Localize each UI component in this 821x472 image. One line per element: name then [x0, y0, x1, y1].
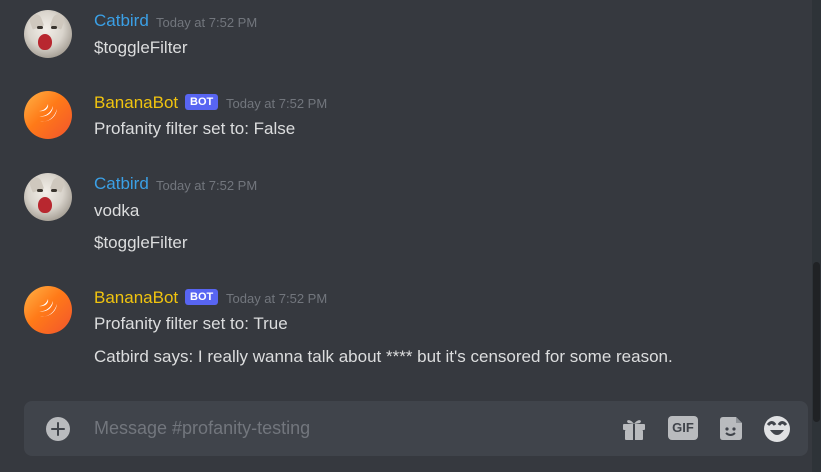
author-name[interactable]: BananaBot [94, 288, 178, 308]
author-name[interactable]: Catbird [94, 11, 149, 31]
scrollbar-track[interactable] [812, 0, 821, 472]
message-timestamp: Today at 7:52 PM [156, 15, 258, 30]
avatar-catbird[interactable] [24, 173, 72, 221]
message-timestamp: Today at 7:52 PM [226, 96, 328, 111]
avatar-bananabot[interactable] [24, 286, 72, 334]
gif-icon[interactable]: GIF [668, 416, 698, 440]
message-timestamp: Today at 7:52 PM [156, 178, 258, 193]
message-text: Catbird says: I really wanna talk about … [94, 347, 673, 366]
message-text: vodka [94, 201, 140, 220]
message-text: $toggleFilter [94, 38, 188, 57]
avatar-bananabot[interactable] [24, 91, 72, 139]
bot-badge: BOT [185, 289, 219, 305]
message-text: Profanity filter set to: False [94, 119, 296, 138]
message-input[interactable] [94, 415, 594, 441]
banana-icon [39, 104, 57, 122]
add-icon[interactable] [46, 417, 70, 441]
scrollbar-thumb[interactable] [813, 262, 820, 422]
banana-icon [39, 299, 57, 317]
sticker-icon[interactable] [716, 414, 746, 444]
message-composer: GIF [24, 401, 808, 456]
gift-icon[interactable] [619, 414, 649, 444]
bot-badge: BOT [185, 94, 219, 110]
author-name[interactable]: BananaBot [94, 93, 178, 113]
author-name[interactable]: Catbird [94, 174, 149, 194]
message-timestamp: Today at 7:52 PM [226, 291, 328, 306]
message-text: $toggleFilter [94, 233, 188, 252]
message-text: Profanity filter set to: True [94, 314, 288, 333]
avatar-catbird[interactable] [24, 10, 72, 58]
emoji-icon[interactable] [762, 414, 792, 444]
